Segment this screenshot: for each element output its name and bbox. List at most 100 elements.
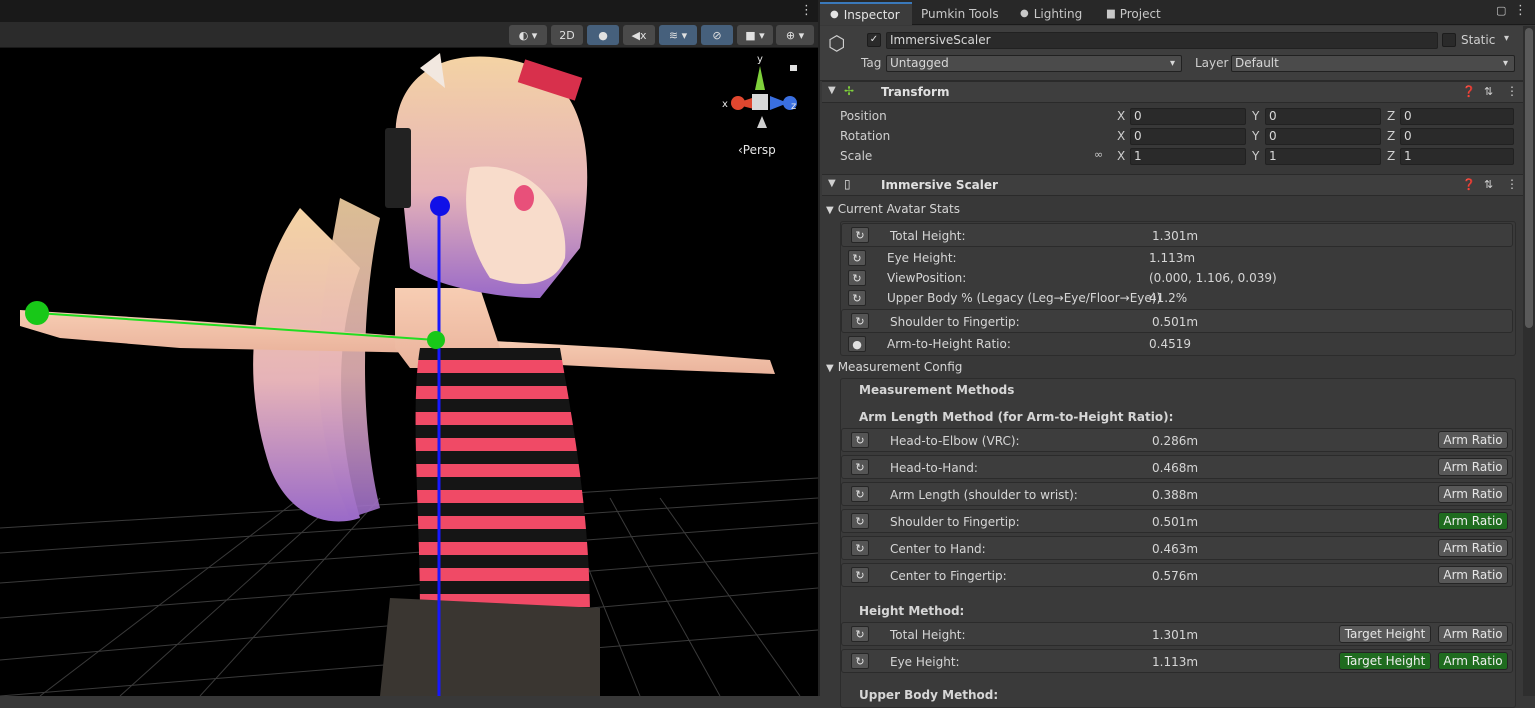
arm-ratio-button[interactable]: Arm Ratio xyxy=(1438,431,1508,449)
scrollbar-thumb[interactable] xyxy=(1525,28,1533,328)
lock-icon[interactable] xyxy=(790,65,797,71)
orientation-gizmo[interactable]: x z y xyxy=(722,54,797,128)
axis-x-label[interactable]: X xyxy=(1117,109,1125,123)
tag-dropdown[interactable]: Untagged ▾ xyxy=(886,55,1182,72)
shading-mode-button[interactable]: ◐ ▾ xyxy=(509,25,547,45)
axis-x-label[interactable]: X xyxy=(1117,129,1125,143)
kebab-menu-icon[interactable]: ⋮ xyxy=(1514,3,1527,18)
measurement-config-foldout[interactable]: ▼ Measurement Config xyxy=(826,360,962,374)
active-checkbox[interactable]: ✓ xyxy=(867,33,881,47)
rotation-x-field[interactable]: 0 xyxy=(1130,128,1246,145)
shoulder-handle[interactable] xyxy=(427,331,445,349)
hidden-objects-toggle-button[interactable]: ⊘ xyxy=(701,25,733,45)
gameobject-cube-icon[interactable]: ⬡ xyxy=(828,31,845,55)
axis-y-label[interactable]: Y xyxy=(1252,109,1259,123)
effects-toggle-button[interactable]: ≋ ▾ xyxy=(659,25,697,45)
transform-title: Transform xyxy=(881,85,950,99)
scale-y-field[interactable]: 1 xyxy=(1265,148,1381,165)
rotation-label[interactable]: Rotation xyxy=(840,129,890,143)
scale-x-field[interactable]: 1 xyxy=(1130,148,1246,165)
layer-dropdown[interactable]: Default ▾ xyxy=(1231,55,1515,72)
rotation-z-field[interactable]: 0 xyxy=(1400,128,1514,145)
position-y-field[interactable]: 0 xyxy=(1265,108,1381,125)
rotation-y-field[interactable]: 0 xyxy=(1265,128,1381,145)
avatar-model[interactable] xyxy=(20,53,775,696)
kebab-menu-icon[interactable]: ⋮ xyxy=(1506,84,1518,98)
scale-label[interactable]: Scale xyxy=(840,149,872,163)
presets-icon[interactable]: ⇅ xyxy=(1484,85,1493,98)
axis-z-label[interactable]: Z xyxy=(1387,149,1395,163)
gameobject-name-field[interactable]: ImmersiveScaler xyxy=(886,32,1438,49)
axis-z-label[interactable]: Z xyxy=(1387,129,1395,143)
measurement-methods-heading: Measurement Methods xyxy=(859,383,1015,397)
foldout-arrow-icon: ▼ xyxy=(826,363,834,374)
immersive-scaler-header[interactable]: ▼ ▯ Immersive Scaler ❓ ⇅ ⋮ xyxy=(822,174,1535,196)
refresh-button[interactable]: ↻ xyxy=(851,313,869,329)
current-avatar-stats-foldout[interactable]: ▼ Current Avatar Stats xyxy=(826,202,960,216)
target-height-button[interactable]: Target Height xyxy=(1339,625,1431,643)
refresh-button[interactable]: ↻ xyxy=(851,626,869,642)
transform-header[interactable]: ▼ ✢ Transform ❓ ⇅ ⋮ xyxy=(822,81,1535,103)
2d-toggle-button[interactable]: 2D xyxy=(551,25,583,45)
static-checkbox[interactable] xyxy=(1442,33,1456,47)
kebab-menu-icon[interactable]: ⋮ xyxy=(1506,177,1518,191)
scene-view[interactable]: ⋮ ◐ ▾ 2D ● ◀x ≋ ▾ ⊘ ■ ▾ ⊕ ▾ x z y ‹Persp xyxy=(0,0,818,696)
position-label[interactable]: Position xyxy=(840,109,887,123)
refresh-button[interactable]: ↻ xyxy=(851,227,869,243)
head-handle[interactable] xyxy=(430,196,450,216)
chevron-down-icon[interactable]: ▾ xyxy=(1504,33,1509,44)
audio-toggle-button[interactable]: ◀x xyxy=(623,25,655,45)
refresh-button[interactable]: ↻ xyxy=(851,567,869,583)
lighting-toggle-button[interactable]: ● xyxy=(587,25,619,45)
inspector-scrollbar[interactable] xyxy=(1523,26,1535,696)
fingertip-handle[interactable] xyxy=(25,301,49,325)
ratio-indicator-button[interactable]: ● xyxy=(848,336,866,352)
help-icon[interactable]: ❓ xyxy=(1462,178,1476,191)
refresh-button[interactable]: ↻ xyxy=(851,540,869,556)
link-icon[interactable]: ∞ xyxy=(1094,148,1103,161)
height-method-heading: Height Method: xyxy=(859,604,965,618)
position-z-field[interactable]: 0 xyxy=(1400,108,1514,125)
method-label: Head-to-Hand: xyxy=(890,461,978,475)
position-x-field[interactable]: 0 xyxy=(1130,108,1246,125)
arm-ratio-button[interactable]: Arm Ratio xyxy=(1438,485,1508,503)
gizmos-button[interactable]: ⊕ ▾ xyxy=(776,25,814,45)
refresh-button[interactable]: ↻ xyxy=(848,290,866,306)
axis-z-label[interactable]: Z xyxy=(1387,109,1395,123)
arm-ratio-button[interactable]: Arm Ratio xyxy=(1438,566,1508,584)
arm-ratio-button-selected[interactable]: Arm Ratio xyxy=(1438,512,1508,530)
axis-x-label[interactable]: X xyxy=(1117,149,1125,163)
axis-y-label[interactable]: Y xyxy=(1252,129,1259,143)
tab-project[interactable]: ▆ Project xyxy=(1107,2,1187,25)
refresh-button[interactable]: ↻ xyxy=(848,250,866,266)
axis-y-label[interactable]: Y xyxy=(1252,149,1259,163)
tab-pumkin-tools[interactable]: Pumkin Tools xyxy=(921,2,1007,25)
tab-lighting[interactable]: ● Lighting xyxy=(1020,2,1100,25)
upper-body-method-heading: Upper Body Method: xyxy=(859,688,999,702)
chevron-down-icon: ▾ xyxy=(1169,58,1175,69)
presets-icon[interactable]: ⇅ xyxy=(1484,178,1493,191)
camera-settings-button[interactable]: ■ ▾ xyxy=(737,25,773,45)
scene-viewport[interactable]: x z y xyxy=(0,48,818,696)
arm-ratio-button[interactable]: Arm Ratio xyxy=(1438,625,1508,643)
arm-ratio-button[interactable]: Arm Ratio xyxy=(1438,539,1508,557)
lock-icon[interactable]: ▢ xyxy=(1496,4,1506,17)
arm-ratio-button[interactable]: Arm Ratio xyxy=(1438,458,1508,476)
refresh-button[interactable]: ↻ xyxy=(851,513,869,529)
tab-label: Inspector xyxy=(843,7,900,22)
refresh-button[interactable]: ↻ xyxy=(851,653,869,669)
foldout-arrow-icon[interactable]: ▼ xyxy=(828,85,836,96)
stat-row-eye-height: ↻ Eye Height: 1.113m xyxy=(841,248,1513,270)
scale-z-field[interactable]: 1 xyxy=(1400,148,1514,165)
help-icon[interactable]: ❓ xyxy=(1462,85,1476,98)
refresh-button[interactable]: ↻ xyxy=(851,459,869,475)
arm-ratio-button-selected[interactable]: Arm Ratio xyxy=(1438,652,1508,670)
projection-label[interactable]: ‹Persp xyxy=(738,143,776,157)
tab-inspector[interactable]: ● Inspector xyxy=(820,2,912,25)
foldout-arrow-icon[interactable]: ▼ xyxy=(828,178,836,189)
refresh-button[interactable]: ↻ xyxy=(851,432,869,448)
refresh-button[interactable]: ↻ xyxy=(851,486,869,502)
target-height-button-selected[interactable]: Target Height xyxy=(1339,652,1431,670)
refresh-button[interactable]: ↻ xyxy=(848,270,866,286)
kebab-menu-icon[interactable]: ⋮ xyxy=(800,3,813,18)
